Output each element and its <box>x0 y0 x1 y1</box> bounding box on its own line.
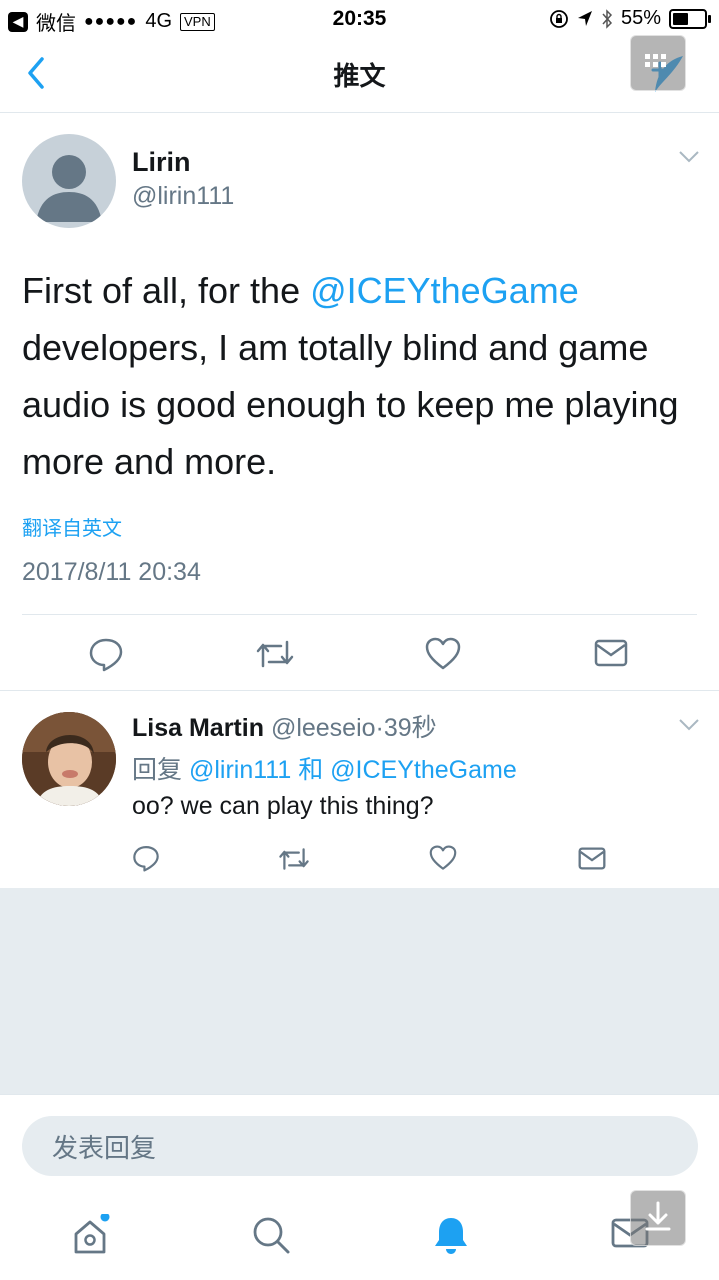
user-photo-avatar <box>22 712 116 806</box>
tweet-text-part: developers, I am totally blind and game … <box>22 327 679 482</box>
navigation-bar: 推文 <box>0 38 719 113</box>
reply-reply-button[interactable] <box>132 844 160 877</box>
chevron-down-icon <box>679 151 699 163</box>
reply-avatar[interactable] <box>22 712 116 806</box>
search-icon <box>253 1217 290 1254</box>
mention-link[interactable]: @ICEYtheGame <box>310 270 579 311</box>
author-name[interactable]: Lirin <box>132 147 191 178</box>
download-icon <box>645 1201 671 1231</box>
retweet-icon <box>279 848 309 870</box>
dm-icon <box>578 847 606 870</box>
battery-icon <box>669 8 711 29</box>
chevron-down-icon <box>679 719 699 731</box>
reply-and: 和 <box>298 756 324 784</box>
tweet-menu-button[interactable] <box>678 150 700 169</box>
reply-button[interactable] <box>88 636 124 677</box>
default-avatar-icon <box>36 155 102 222</box>
rotation-lock-icon <box>550 9 568 28</box>
bluetooth-icon <box>602 8 612 29</box>
replying-to-label: 回复 <box>132 756 183 784</box>
tab-bar <box>0 1194 719 1280</box>
tweet-timestamp: 2017/8/11 20:34 <box>22 558 201 586</box>
like-button[interactable] <box>425 637 461 676</box>
avatar[interactable] <box>22 134 116 228</box>
like-icon <box>429 845 457 870</box>
direct-message-button[interactable] <box>594 639 628 672</box>
reply-author-handle[interactable]: @leeseio <box>271 714 376 742</box>
like-icon <box>425 637 461 670</box>
battery-percent: 55% <box>620 7 661 29</box>
reply-icon <box>133 846 159 872</box>
grid-icon <box>645 54 666 67</box>
floating-grid-button[interactable] <box>630 35 686 91</box>
replying-to: 回复 @lirin111 和 @ICEYtheGame <box>132 750 517 786</box>
retweet-button[interactable] <box>255 638 295 675</box>
translate-link[interactable]: 翻译自英文 <box>22 512 122 541</box>
tweet-text: First of all, for the @ICEYtheGame devel… <box>22 262 702 490</box>
tab-notifications[interactable] <box>430 1214 472 1261</box>
retweet-icon <box>256 640 294 668</box>
reply-like-button[interactable] <box>429 845 457 876</box>
reply-mention-2[interactable]: @ICEYtheGame <box>330 756 517 784</box>
reply-dm-button[interactable] <box>578 847 606 875</box>
notifications-icon <box>435 1218 467 1254</box>
divider <box>22 614 697 615</box>
reply-time: 39秒 <box>383 714 437 742</box>
reply-menu-button[interactable] <box>678 718 700 737</box>
location-icon <box>577 10 592 26</box>
floating-download-button[interactable] <box>630 1190 686 1246</box>
reply-author-name[interactable]: Lisa Martin <box>132 714 264 742</box>
tweet-text-part: First of all, for the <box>22 270 311 311</box>
reply-text: oo? we can play this thing? <box>132 792 434 820</box>
divider <box>0 690 719 691</box>
reply-icon <box>89 638 123 672</box>
reply-retweet-button[interactable] <box>278 846 310 877</box>
home-icon <box>74 1212 110 1254</box>
separator-dot: · <box>375 714 384 742</box>
status-bar: ◀ 微信 ●●●●● 4G VPN 20:35 55% <box>0 0 719 38</box>
page-title: 推文 <box>333 61 386 91</box>
reply-header: Lisa Martin @leeseio·39秒 <box>132 708 437 744</box>
empty-area <box>0 888 719 1094</box>
tab-home[interactable] <box>70 1212 114 1263</box>
author-handle[interactable]: @lirin111 <box>132 182 234 211</box>
tab-search[interactable] <box>250 1214 292 1261</box>
dm-icon <box>594 639 628 667</box>
reply-input[interactable]: 发表回复 <box>22 1116 698 1176</box>
reply-mention-1[interactable]: @lirin111 <box>189 756 291 784</box>
